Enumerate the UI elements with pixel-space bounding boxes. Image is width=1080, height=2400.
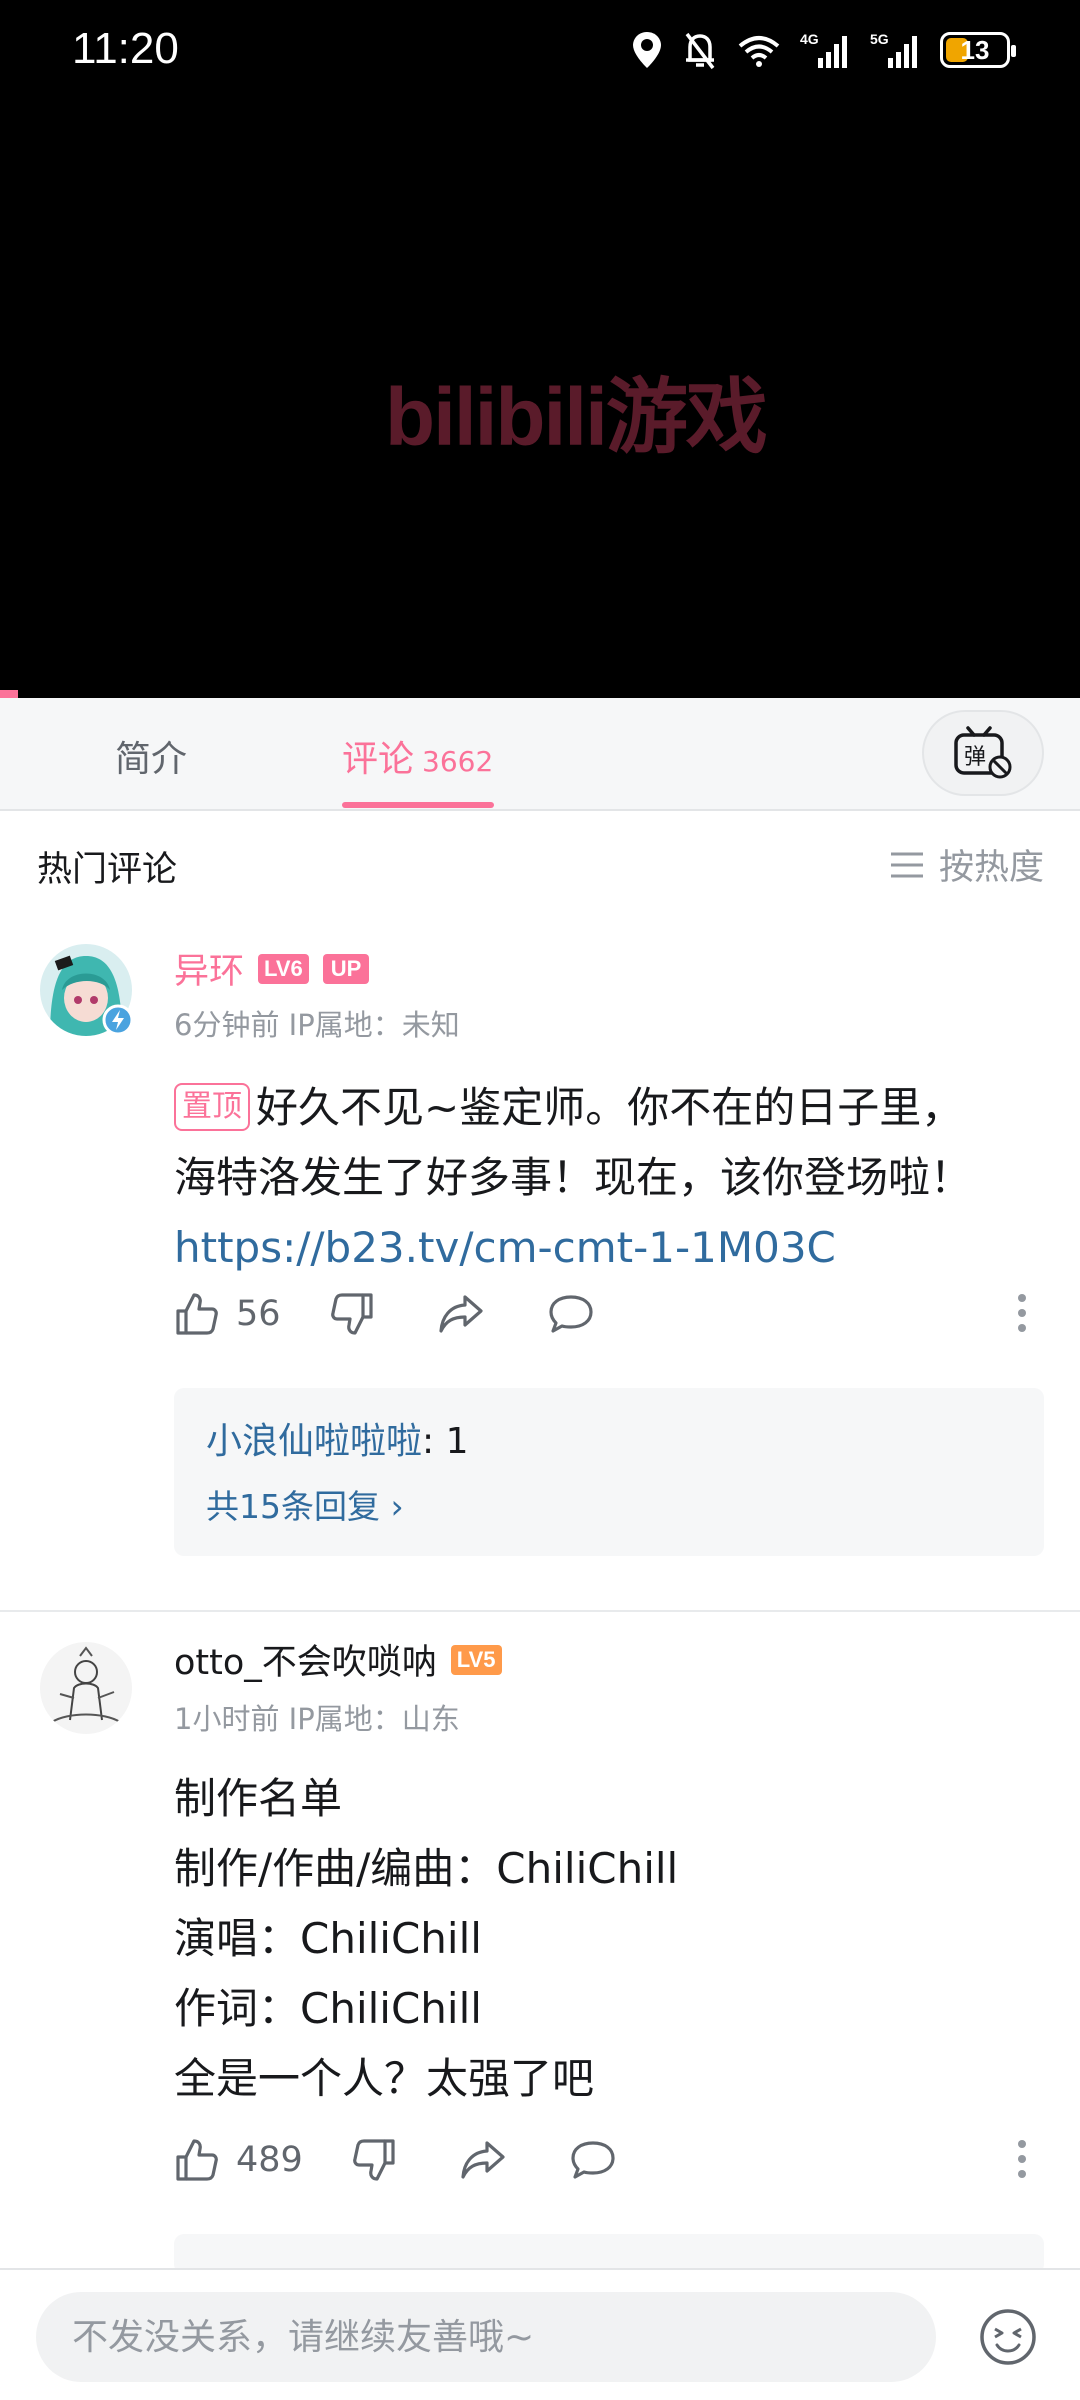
comment-bubble-icon — [548, 1295, 593, 1333]
comment-actions: 489 — [174, 2130, 617, 2190]
more-options-icon[interactable] — [1018, 1287, 1028, 1339]
status-time: 11:20 — [72, 24, 179, 73]
reply-text: : 1 — [422, 1421, 469, 1462]
comment-meta: 1小时前 IP属地：山东 — [174, 1702, 460, 1736]
svg-text:4G: 4G — [800, 31, 819, 47]
more-options-icon[interactable] — [1018, 2133, 1028, 2185]
comment-content: 制作名单 制作/作曲/编曲：ChiliChill 演唱：ChiliChill 作… — [174, 1764, 1054, 2114]
svg-text:弹: 弹 — [964, 745, 986, 770]
dislike-button[interactable] — [351, 2137, 397, 2183]
mute-bell-icon — [685, 32, 715, 70]
like-button[interactable]: 56 — [174, 1291, 281, 1337]
status-bar: 11:20 4G 5G 13 — [0, 0, 1080, 100]
video-progress-bar[interactable] — [0, 690, 18, 698]
list-sort-icon — [890, 852, 923, 877]
comment-text-line: 作词：ChiliChill — [174, 1984, 482, 2033]
reply-item: 小浪仙啦啦啦: 1 — [206, 1412, 469, 1464]
comment-text-line: 制作名单 — [174, 1774, 343, 1823]
tab-bar: 简介 评论 3662 弹 — [0, 698, 1080, 811]
share-icon — [461, 2141, 505, 2179]
signal-4g-icon: 4G — [800, 31, 847, 68]
comment-username-row: 异环 LV6 UP — [174, 943, 370, 994]
comment-link[interactable]: https://b23.tv/cm-cmt-1-1M03C — [174, 1223, 836, 1272]
sort-button[interactable]: 按热度 — [889, 839, 1044, 890]
verified-badge-icon — [102, 1004, 134, 1036]
like-button[interactable]: 489 — [174, 2137, 303, 2183]
share-button[interactable] — [459, 2137, 507, 2183]
signal-5g-icon: 5G — [870, 31, 917, 68]
pinned-tag: 置顶 — [174, 1082, 250, 1131]
tab-intro[interactable]: 简介 — [115, 730, 187, 782]
comment-item: 异环 LV6 UP 6分钟前 IP属地：未知 置顶 好久不见~鉴定师。你不在的日子… — [0, 921, 1080, 1611]
like-count: 56 — [236, 1294, 281, 1334]
danmaku-toggle-button[interactable]: 弹 — [922, 710, 1044, 796]
thumbs-up-icon — [176, 2139, 218, 2181]
active-tab-indicator — [342, 802, 494, 808]
username[interactable]: 异环 — [174, 943, 244, 994]
comment-text-line: 制作/作曲/编曲：ChiliChill — [174, 1844, 679, 1893]
like-count: 489 — [236, 2140, 303, 2180]
sort-label: 按热度 — [938, 848, 1044, 888]
battery-indicator: 13 — [940, 32, 1016, 68]
comment-username-row: otto_不会吹唢呐 LV5 — [174, 1634, 502, 1685]
comment-count: 3662 — [422, 745, 494, 778]
comment-text-line: 演唱：ChiliChill — [174, 1914, 482, 1963]
video-player[interactable]: 11:20 4G 5G 13 bilibili游戏 — [0, 0, 1080, 698]
avatar[interactable] — [40, 1642, 132, 1734]
comment-bubble-icon — [571, 2141, 615, 2179]
reply-preview[interactable]: 小浪仙啦啦啦: 1 共15条回复 › — [174, 1388, 1044, 1556]
reply-username[interactable]: 小浪仙啦啦啦 — [206, 1421, 422, 1462]
username[interactable]: otto_不会吹唢呐 — [174, 1634, 437, 1685]
svg-text:5G: 5G — [870, 31, 889, 47]
thumbs-down-icon — [352, 2139, 395, 2181]
comment-text-line: 全是一个人？太强了吧 — [174, 2054, 595, 2103]
status-icons: 4G 5G 13 — [630, 28, 1016, 72]
video-logo-watermark: bilibili游戏 — [385, 372, 768, 463]
comment-input-bar — [0, 2268, 1080, 2400]
tab-comments-label: 评论 — [342, 739, 415, 780]
comment-content: 置顶 好久不见~鉴定师。你不在的日子里， 海特洛发生了好多事！现在，该你登场啦！ … — [174, 1073, 1054, 1283]
comment-item: otto_不会吹唢呐 LV5 1小时前 IP属地：山东 制作名单 制作/作曲/编… — [0, 1612, 1080, 2274]
view-replies-link[interactable]: 共15条回复 › — [206, 1480, 404, 1528]
comment-actions: 56 — [174, 1284, 595, 1344]
comment-text-line: 海特洛发生了好多事！现在，该你登场啦！ — [174, 1153, 973, 1202]
level-badge: LV5 — [450, 1644, 502, 1675]
emoji-icon — [980, 2309, 1036, 2365]
hot-comments-title: 热门评论 — [37, 850, 178, 890]
tab-comments[interactable]: 评论 3662 — [342, 730, 493, 782]
share-icon — [438, 1295, 483, 1333]
wifi-icon — [738, 36, 780, 67]
comment-input[interactable] — [36, 2292, 936, 2382]
comment-text-line: 好久不见~鉴定师。你不在的日子里， — [256, 1083, 964, 1132]
danmaku-off-icon: 弹 — [954, 726, 1012, 779]
comments-section-header: 热门评论 按热度 — [0, 811, 1080, 921]
up-badge: UP — [322, 953, 370, 984]
dislike-button[interactable] — [329, 1291, 375, 1337]
comment-meta: 6分钟前 IP属地：未知 — [174, 1008, 460, 1042]
location-icon — [633, 32, 661, 68]
reply-button[interactable] — [569, 2137, 617, 2183]
thumbs-down-icon — [330, 1293, 373, 1335]
share-button[interactable] — [437, 1291, 485, 1337]
reply-button[interactable] — [547, 1291, 595, 1337]
thumbs-up-icon — [176, 1293, 218, 1335]
emoji-button[interactable] — [978, 2307, 1038, 2367]
level-badge: LV6 — [258, 953, 309, 984]
